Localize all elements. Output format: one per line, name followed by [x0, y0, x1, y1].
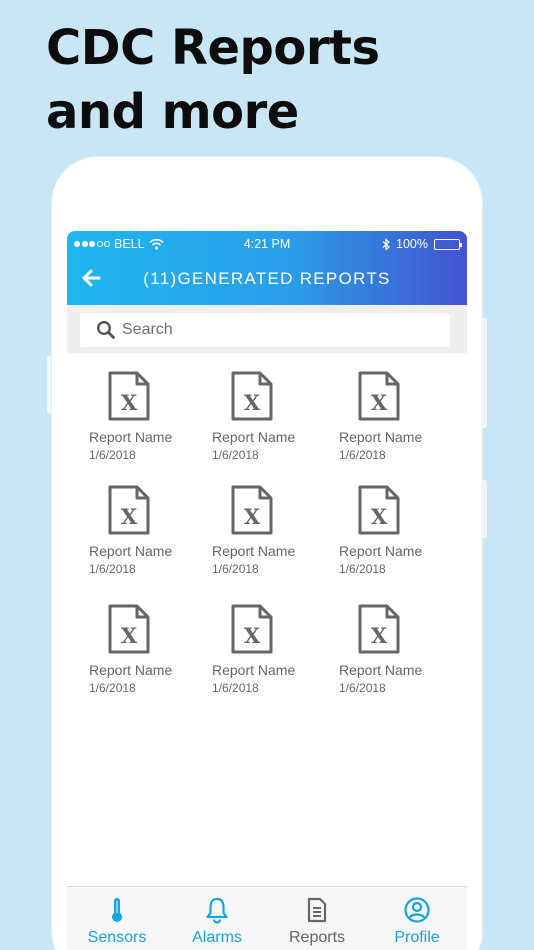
excel-file-icon: X	[358, 485, 400, 535]
report-date: 1/6/2018	[212, 681, 259, 695]
app-header: BELL 4:21 PM 100% (11)GENERATED REPORTS	[67, 231, 467, 305]
svg-text:X: X	[244, 504, 261, 529]
headline-line-2: and more	[46, 84, 299, 140]
tab-reports[interactable]: Reports	[267, 887, 367, 950]
report-name: Report Name	[212, 662, 296, 678]
excel-file-icon: X	[108, 371, 150, 421]
status-bar: BELL 4:21 PM 100%	[67, 237, 467, 253]
svg-text:X: X	[371, 623, 388, 648]
phone-side-button-right-upper	[481, 318, 487, 428]
excel-file-icon: X	[231, 604, 273, 654]
promo-headline: CDC Reports and more	[46, 16, 380, 144]
report-date: 1/6/2018	[212, 448, 259, 462]
report-date: 1/6/2018	[339, 562, 386, 576]
report-name: Report Name	[89, 429, 173, 445]
battery-icon	[434, 238, 462, 250]
excel-file-icon: X	[358, 371, 400, 421]
report-date: 1/6/2018	[89, 681, 136, 695]
page-title: (11)GENERATED REPORTS	[143, 269, 391, 288]
excel-file-icon: X	[108, 604, 150, 654]
report-name: Report Name	[339, 543, 423, 559]
report-name: Report Name	[339, 429, 423, 445]
excel-file-icon: X	[231, 371, 273, 421]
report-date: 1/6/2018	[89, 562, 136, 576]
document-icon	[307, 897, 327, 923]
svg-text:X: X	[121, 390, 138, 415]
battery-percent: 100%	[396, 237, 428, 251]
excel-file-icon: X	[231, 485, 273, 535]
svg-text:X: X	[244, 390, 261, 415]
svg-text:X: X	[121, 504, 138, 529]
bluetooth-icon	[382, 237, 390, 251]
svg-text:X: X	[121, 623, 138, 648]
headline-line-1: CDC Reports	[46, 20, 380, 76]
tab-profile-label: Profile	[394, 929, 440, 946]
search-input[interactable]	[122, 321, 422, 339]
report-date: 1/6/2018	[212, 562, 259, 576]
report-date: 1/6/2018	[339, 448, 386, 462]
report-name: Report Name	[89, 543, 173, 559]
app-screen: BELL 4:21 PM 100% (11)GENERATED REPORTS …	[67, 231, 467, 950]
thermometer-icon	[112, 898, 122, 922]
report-name: Report Name	[339, 662, 423, 678]
tab-reports-label: Reports	[288, 929, 346, 946]
tab-alarms-label: Alarms	[192, 929, 242, 946]
svg-text:X: X	[244, 623, 261, 648]
report-name: Report Name	[212, 429, 296, 445]
tab-sensors-label: Sensors	[87, 929, 147, 946]
search-field[interactable]	[80, 313, 450, 347]
bottom-tab-bar: Sensors Alarms Reports Profile	[67, 886, 467, 950]
tab-alarms[interactable]: Alarms	[167, 887, 267, 950]
bell-icon	[206, 897, 228, 924]
svg-text:X: X	[371, 504, 388, 529]
report-date: 1/6/2018	[89, 448, 136, 462]
search-icon	[96, 320, 115, 339]
phone-side-button-right-lower	[481, 480, 487, 538]
excel-file-icon: X	[108, 485, 150, 535]
report-date: 1/6/2018	[339, 681, 386, 695]
tab-sensors[interactable]: Sensors	[67, 887, 167, 950]
report-name: Report Name	[89, 662, 173, 678]
excel-file-icon: X	[358, 604, 400, 654]
user-circle-icon	[404, 897, 430, 923]
svg-text:X: X	[371, 390, 388, 415]
tab-profile[interactable]: Profile	[367, 887, 467, 950]
report-name: Report Name	[212, 543, 296, 559]
search-bar-container	[67, 305, 467, 353]
